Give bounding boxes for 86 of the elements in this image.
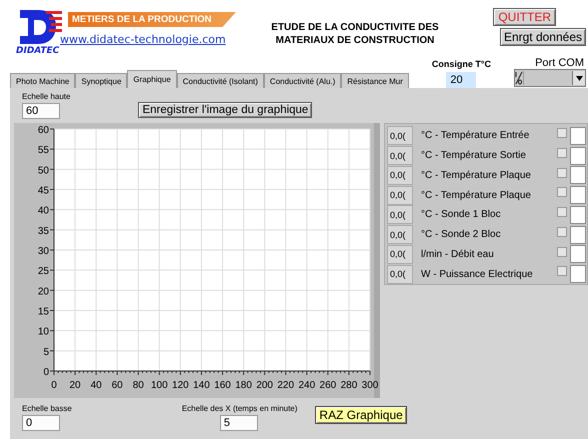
value-display: 0,0( xyxy=(387,244,413,264)
x-tick-label: 220 xyxy=(277,380,294,391)
tab[interactable]: Conductivité (Alu.) xyxy=(264,73,342,88)
y-tick-label: 55 xyxy=(38,145,49,156)
checkbox[interactable] xyxy=(557,148,567,158)
channel-label: °C - Température Plaque xyxy=(420,170,532,181)
value-display: 0,0( xyxy=(387,186,413,205)
color-swatch[interactable] xyxy=(570,126,586,145)
x-tick-label: 80 xyxy=(132,380,144,391)
x-tick-label: 20 xyxy=(70,380,81,391)
tab[interactable]: Graphique xyxy=(127,70,177,88)
tab[interactable]: Conductivité (Isolant) xyxy=(176,73,264,88)
checkbox[interactable] xyxy=(557,187,567,198)
page-title: ETUDE DE LA CONDUCTIVITE DES MATERIAUX DE CONSTRUCTION xyxy=(270,21,440,48)
channel-label: l/min - Débit eau xyxy=(420,248,495,260)
checkbox[interactable] xyxy=(557,266,567,276)
y-tick-label: 45 xyxy=(38,186,49,196)
channel-label: °C - Température Plaque xyxy=(420,190,532,201)
x-tick-label: 40 xyxy=(90,380,102,391)
tab[interactable]: Synoptique xyxy=(75,73,128,88)
setpoint-field[interactable]: 20 xyxy=(446,72,476,88)
value-display: 0,0( xyxy=(387,264,413,284)
setpoint-label: Consigne T°C xyxy=(432,59,491,69)
y-tick-label: 20 xyxy=(38,286,49,298)
y-tick-label: 40 xyxy=(38,206,49,217)
x-tick-label: 160 xyxy=(214,380,231,391)
y-tick-label: 5 xyxy=(43,346,49,358)
x-tick-label: 260 xyxy=(320,380,336,391)
channel-label: °C - Sonde 1 Bloc xyxy=(420,209,502,220)
brand-name: DIDATEC xyxy=(16,46,60,58)
color-swatch[interactable] xyxy=(570,146,586,165)
y-tick-label: 50 xyxy=(38,165,49,176)
banner: METIERS DE LA PRODUCTION xyxy=(68,12,236,27)
checkbox[interactable] xyxy=(557,226,567,237)
color-swatch[interactable] xyxy=(570,226,586,244)
color-swatch[interactable] xyxy=(570,265,586,284)
x-tick-label: 140 xyxy=(193,380,210,391)
x-tick-label: 240 xyxy=(298,380,316,391)
high-scale-field[interactable]: 60 xyxy=(22,103,60,119)
color-swatch[interactable] xyxy=(570,245,586,264)
x-tick-label: 60 xyxy=(112,380,123,391)
x-tick-label: 180 xyxy=(235,380,252,391)
value-display: 0,0( xyxy=(387,205,413,224)
color-swatch[interactable] xyxy=(570,186,586,204)
x-tick-label: 100 xyxy=(151,380,168,391)
website-link[interactable]: www.didatec-technologie.com xyxy=(60,33,250,46)
color-swatch[interactable] xyxy=(570,206,586,224)
save-data-button[interactable]: Enrgt données xyxy=(500,28,586,46)
reset-chart-button[interactable]: RAZ Graphique xyxy=(315,406,407,424)
value-display: 0,0( xyxy=(387,166,413,185)
channel-label: W - Puissance Electrique xyxy=(420,268,534,280)
low-scale-label: Echelle basse xyxy=(22,404,72,413)
x-scale-label: Echelle des X (temps en minute) xyxy=(182,404,298,413)
tab[interactable]: Photo Machine xyxy=(10,73,76,88)
color-swatch[interactable] xyxy=(570,166,586,184)
y-tick-label: 0 xyxy=(43,367,49,378)
channel-label: °C - Sonde 2 Bloc xyxy=(420,229,502,240)
x-scale-field[interactable]: 5 xyxy=(220,415,258,431)
checkbox[interactable] xyxy=(557,207,567,217)
channel-label: °C - Température Sortie xyxy=(420,150,527,162)
checkbox[interactable] xyxy=(557,168,567,178)
x-tick-label: 300 xyxy=(362,380,378,391)
x-tick-label: 200 xyxy=(256,380,273,391)
channel-label: °C - Température Entrée xyxy=(420,130,530,142)
high-scale-label: Echelle haute xyxy=(22,92,70,101)
save-image-button[interactable]: Enregistrer l'image du graphique xyxy=(138,102,312,118)
low-scale-field[interactable]: 0 xyxy=(22,415,60,431)
x-tick-label: 0 xyxy=(51,380,57,391)
x-tick-label: 280 xyxy=(340,380,358,391)
checkbox[interactable] xyxy=(557,246,567,256)
value-display: 0,0( xyxy=(387,225,413,244)
x-tick-label: 120 xyxy=(172,380,189,391)
value-display: 0,0( xyxy=(387,126,413,146)
dropdown-arrow-icon xyxy=(576,76,582,80)
y-tick-label: 30 xyxy=(38,246,49,257)
port-com-label: Port COM xyxy=(535,57,584,69)
y-tick-label: 10 xyxy=(38,326,49,338)
y-tick-label: 25 xyxy=(38,266,49,278)
y-tick-label: 15 xyxy=(38,306,49,318)
y-tick-label: 60 xyxy=(38,125,49,136)
tab[interactable]: Résistance Mur xyxy=(341,73,409,88)
value-display: 0,0( xyxy=(387,146,413,166)
checkbox[interactable] xyxy=(557,128,567,138)
y-tick-label: 35 xyxy=(38,226,49,237)
io-icon xyxy=(515,71,523,85)
port-com-dropdown[interactable] xyxy=(514,69,586,87)
